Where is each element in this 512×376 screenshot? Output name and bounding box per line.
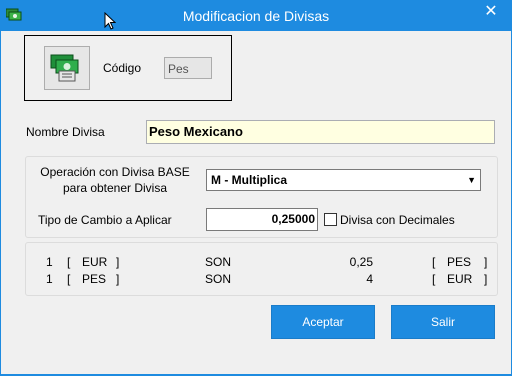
code-field[interactable]: Pes (164, 57, 212, 79)
dropdown-arrow-icon: ▼ (467, 175, 476, 185)
conversion-bracket-close: ] (116, 272, 120, 286)
operation-select[interactable]: M - Multiplica ▼ (206, 169, 481, 191)
accept-button[interactable]: Aceptar (271, 305, 375, 339)
conversion-to-currency: PES (447, 255, 472, 269)
exit-button[interactable]: Salir (391, 305, 495, 339)
operation-label-line1: Operación con Divisa BASE (40, 165, 190, 179)
conversion-bracket-close: ] (484, 272, 488, 286)
conversion-qty: 1 (46, 272, 53, 286)
decimals-label[interactable]: Divisa con Decimales (340, 213, 455, 227)
operation-selected-value: M - Multiplica (211, 173, 287, 187)
conversion-group (25, 242, 498, 296)
conversion-to-currency: EUR (447, 272, 473, 286)
conversion-bracket-open: [ (432, 272, 436, 286)
title-bar[interactable]: Modificacion de Divisas ✕ (0, 0, 512, 31)
conversion-qty: 1 (46, 255, 53, 269)
mouse-cursor-icon (104, 12, 116, 30)
name-label: Nombre Divisa (26, 125, 105, 139)
currency-image-button[interactable] (44, 46, 90, 90)
code-panel: Código Pes (24, 35, 232, 101)
dialog-body: Código Pes Nombre Divisa Peso Mexicano O… (1, 31, 511, 374)
conversion-from-currency: EUR (82, 255, 108, 269)
conversion-bracket-open: [ (67, 272, 71, 286)
conversion-bracket-close: ] (116, 255, 120, 269)
operation-label-line2: para obtener Divisa (62, 181, 168, 195)
conversion-bracket-open: [ (67, 255, 71, 269)
rate-label: Tipo de Cambio a Aplicar (38, 213, 172, 227)
decimals-checkbox[interactable] (324, 213, 337, 226)
exchange-rate-field[interactable]: 0,25000 (206, 208, 318, 231)
close-icon: ✕ (484, 3, 498, 20)
conversion-from-currency: PES (82, 272, 107, 286)
close-button[interactable]: ✕ (478, 2, 504, 22)
banknotes-icon (50, 54, 79, 82)
conversion-amount: 0,25 (349, 255, 373, 269)
currency-name-field[interactable]: Peso Mexicano (146, 120, 495, 144)
conversion-bracket-open: [ (432, 255, 436, 269)
code-label: Código (103, 61, 142, 75)
conversion-amount: 4 (366, 272, 373, 286)
conversion-word: SON (205, 272, 232, 286)
conversion-word: SON (205, 255, 232, 269)
window-title: Modificacion de Divisas (182, 8, 330, 24)
conversion-bracket-close: ] (484, 255, 488, 269)
